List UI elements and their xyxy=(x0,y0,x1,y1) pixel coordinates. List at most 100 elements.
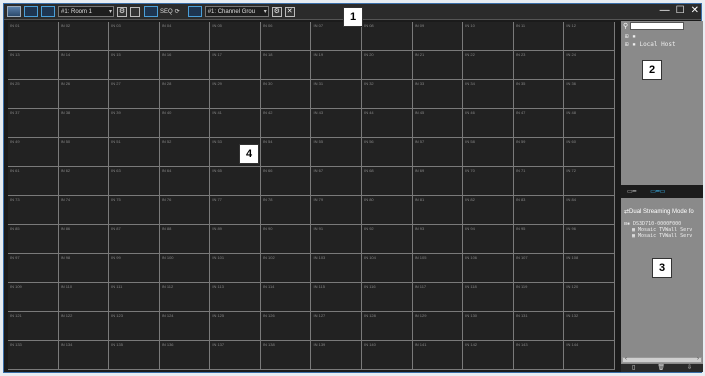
video-wall-cell[interactable]: IN 02 xyxy=(58,22,110,51)
video-wall-cell[interactable]: IN 122 xyxy=(58,312,110,341)
video-wall-cell[interactable]: IN 11 xyxy=(513,22,565,51)
link-icon[interactable]: ▭━ xyxy=(627,188,636,195)
video-wall-cell[interactable]: IN 98 xyxy=(58,254,110,283)
video-wall-cell[interactable]: IN 48 xyxy=(564,109,615,138)
video-wall-cell[interactable]: IN 44 xyxy=(362,109,413,138)
video-wall-cell[interactable]: IN 111 xyxy=(109,283,160,312)
video-wall-cell[interactable]: IN 22 xyxy=(463,51,514,80)
maximize-button[interactable]: ☐ xyxy=(676,4,685,18)
video-wall-cell[interactable]: IN 55 xyxy=(311,138,363,167)
video-wall-cell[interactable]: IN 61 xyxy=(8,167,59,196)
video-wall-cell[interactable]: IN 51 xyxy=(109,138,160,167)
video-wall-cell[interactable]: IN 72 xyxy=(564,167,615,196)
video-wall-cell[interactable]: IN 101 xyxy=(210,254,261,283)
video-wall-cell[interactable]: IN 82 xyxy=(463,196,514,225)
tree-node-local-host[interactable]: ⊞ ▪ Local Host xyxy=(625,41,703,49)
video-wall-cell[interactable]: IN 67 xyxy=(311,167,363,196)
video-wall-cell[interactable]: IN 69 xyxy=(412,167,464,196)
video-wall-cell[interactable]: IN 66 xyxy=(260,167,312,196)
video-wall-cell[interactable]: IN 58 xyxy=(463,138,514,167)
video-wall-cell[interactable]: IN 56 xyxy=(362,138,413,167)
video-wall-cell[interactable]: IN 121 xyxy=(8,312,59,341)
video-wall-cell[interactable]: IN 137 xyxy=(210,341,261,370)
video-wall-cell[interactable]: IN 138 xyxy=(260,341,312,370)
video-wall-cell[interactable]: IN 49 xyxy=(8,138,59,167)
video-wall-cell[interactable]: IN 84 xyxy=(564,196,615,225)
video-wall-cell[interactable]: IN 132 xyxy=(564,312,615,341)
video-wall-cell[interactable]: IN 75 xyxy=(109,196,160,225)
delete-icon[interactable]: 🗑 xyxy=(657,364,665,372)
video-wall-cell[interactable]: IN 68 xyxy=(362,167,413,196)
video-wall-cell[interactable]: IN 119 xyxy=(513,283,565,312)
video-wall-cell[interactable]: IN 94 xyxy=(463,225,514,254)
video-wall-cell[interactable]: IN 85 xyxy=(8,225,59,254)
video-wall-cell[interactable]: IN 26 xyxy=(58,80,110,109)
video-wall-cell[interactable]: IN 109 xyxy=(8,283,59,312)
video-wall-cell[interactable]: IN 100 xyxy=(159,254,211,283)
video-wall-cell[interactable]: IN 80 xyxy=(362,196,413,225)
video-wall-cell[interactable]: IN 93 xyxy=(412,225,464,254)
video-wall-cell[interactable]: IN 118 xyxy=(463,283,514,312)
minimize-button[interactable]: — xyxy=(660,4,670,18)
video-wall-cell[interactable]: IN 126 xyxy=(260,312,312,341)
video-wall-cell[interactable]: IN 09 xyxy=(412,22,464,51)
video-wall-cell[interactable]: IN 97 xyxy=(8,254,59,283)
video-wall-cell[interactable]: IN 95 xyxy=(513,225,565,254)
scroll-left-icon[interactable]: ‹ xyxy=(625,356,627,362)
video-wall-cell[interactable]: IN 86 xyxy=(58,225,110,254)
clear-icon[interactable]: ✕ xyxy=(284,6,295,17)
video-wall-cell[interactable]: IN 36 xyxy=(564,80,615,109)
video-wall-cell[interactable]: IN 103 xyxy=(311,254,363,283)
video-wall-cell[interactable]: IN 77 xyxy=(210,196,261,225)
video-wall-cell[interactable]: IN 129 xyxy=(412,312,464,341)
video-wall-cell[interactable]: IN 43 xyxy=(311,109,363,138)
video-wall-cell[interactable]: IN 128 xyxy=(362,312,413,341)
video-wall-cell[interactable]: IN 45 xyxy=(412,109,464,138)
video-wall-cell[interactable]: IN 104 xyxy=(362,254,413,283)
video-wall-cell[interactable]: IN 27 xyxy=(109,80,160,109)
video-wall-cell[interactable]: IN 63 xyxy=(109,167,160,196)
video-wall-cell[interactable]: IN 23 xyxy=(513,51,565,80)
export-icon[interactable]: ⇩ xyxy=(687,364,692,372)
video-wall-cell[interactable]: IN 64 xyxy=(159,167,211,196)
video-wall-cell[interactable]: IN 130 xyxy=(463,312,514,341)
video-wall-cell[interactable]: IN 81 xyxy=(412,196,464,225)
video-wall-cell[interactable]: IN 08 xyxy=(362,22,413,51)
video-wall-cell[interactable]: IN 21 xyxy=(412,51,464,80)
video-wall-cell[interactable]: IN 78 xyxy=(260,196,312,225)
video-wall-cell[interactable]: IN 52 xyxy=(159,138,211,167)
video-wall-cell[interactable]: IN 20 xyxy=(362,51,413,80)
video-wall-cell[interactable]: IN 42 xyxy=(260,109,312,138)
video-wall-cell[interactable]: IN 28 xyxy=(159,80,211,109)
scroll-right-icon[interactable]: › xyxy=(697,356,699,362)
video-wall-cell[interactable]: IN 131 xyxy=(513,312,565,341)
video-wall-cell[interactable]: IN 120 xyxy=(564,283,615,312)
video-wall-cell[interactable]: IN 133 xyxy=(8,341,59,370)
video-wall-cell[interactable]: IN 76 xyxy=(159,196,211,225)
video-wall-cell[interactable]: IN 73 xyxy=(8,196,59,225)
horizontal-scrollbar[interactable]: ‹ › xyxy=(622,356,702,363)
video-wall-cell[interactable]: IN 50 xyxy=(58,138,110,167)
video-wall-cell[interactable]: IN 24 xyxy=(564,51,615,80)
video-wall-cell[interactable]: IN 71 xyxy=(513,167,565,196)
video-wall-cell[interactable]: IN 15 xyxy=(109,51,160,80)
video-wall-cell[interactable]: IN 30 xyxy=(260,80,312,109)
video-wall-cell[interactable]: IN 113 xyxy=(210,283,261,312)
video-wall-cell[interactable]: IN 19 xyxy=(311,51,363,80)
video-wall-cell[interactable]: IN 79 xyxy=(311,196,363,225)
video-wall-cell[interactable]: IN 125 xyxy=(210,312,261,341)
video-wall-cell[interactable]: IN 60 xyxy=(564,138,615,167)
video-wall-cell[interactable]: IN 70 xyxy=(463,167,514,196)
video-wall-cell[interactable]: IN 33 xyxy=(412,80,464,109)
video-wall-cell[interactable]: IN 124 xyxy=(159,312,211,341)
video-wall-cell[interactable]: IN 106 xyxy=(463,254,514,283)
video-wall-cell[interactable]: IN 99 xyxy=(109,254,160,283)
link-active-icon[interactable]: ▭━▭ xyxy=(650,188,665,195)
refresh-icon[interactable]: ⟳ xyxy=(175,8,180,15)
channel-settings-icon[interactable]: ⚙ xyxy=(271,6,282,17)
video-wall-cell[interactable]: IN 13 xyxy=(8,51,59,80)
video-wall-cell[interactable]: IN 141 xyxy=(412,341,464,370)
video-wall-cell[interactable]: IN 91 xyxy=(311,225,363,254)
video-wall-cell[interactable]: IN 87 xyxy=(109,225,160,254)
close-button[interactable]: ✕ xyxy=(691,4,699,18)
